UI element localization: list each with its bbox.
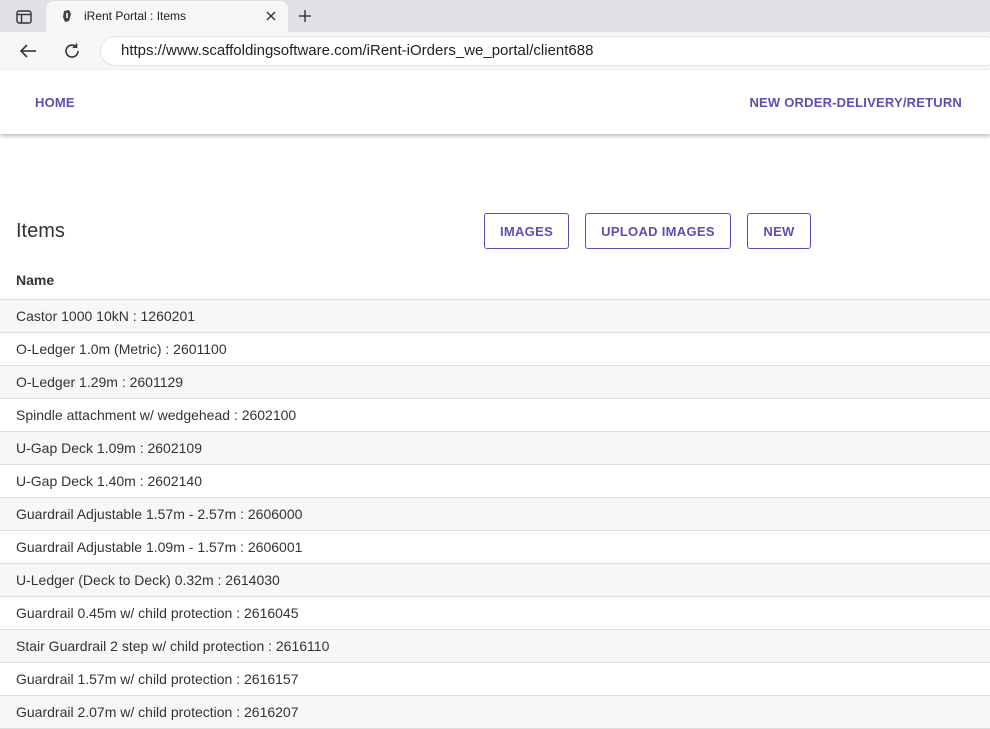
tab-title: iRent Portal : Items: [84, 9, 187, 23]
table-row[interactable]: Stair Guardrail 2 step w/ child protecti…: [0, 630, 990, 663]
new-item-button[interactable]: NEW: [747, 213, 811, 249]
table-row[interactable]: Guardrail Adjustable 1.09m - 1.57m : 260…: [0, 531, 990, 564]
browser-tab-bar: iRent Portal : Items: [0, 0, 990, 32]
column-header-name[interactable]: Name: [0, 262, 990, 300]
url-text: https://www.scaffoldingsoftware.com/iRen…: [121, 42, 594, 59]
browser-toolbar: https://www.scaffoldingsoftware.com/iRen…: [0, 32, 990, 70]
nav-new-order-link[interactable]: NEW ORDER-DELIVERY/RETURN: [749, 95, 962, 110]
table-row[interactable]: Guardrail 1.57m w/ child protection : 26…: [0, 663, 990, 696]
table-row[interactable]: U-Ledger (Deck to Deck) 0.32m : 2614030: [0, 564, 990, 597]
close-icon[interactable]: [264, 9, 278, 23]
table-row[interactable]: U-Gap Deck 1.40m : 2602140: [0, 465, 990, 498]
table-row[interactable]: Castor 1000 10kN : 1260201: [0, 300, 990, 333]
table-row[interactable]: Guardrail 2.07m w/ child protection : 26…: [0, 696, 990, 729]
table-row[interactable]: O-Ledger 1.29m : 2601129: [0, 366, 990, 399]
reload-icon[interactable]: [61, 40, 83, 62]
nav-home-link[interactable]: HOME: [35, 95, 75, 110]
address-bar-input[interactable]: https://www.scaffoldingsoftware.com/iRen…: [100, 36, 990, 66]
items-table: Name Castor 1000 10kN : 1260201 O-Ledger…: [0, 262, 990, 729]
plus-icon[interactable]: [294, 5, 316, 27]
upload-images-button[interactable]: UPLOAD IMAGES: [585, 213, 731, 249]
back-arrow-icon[interactable]: [17, 40, 39, 62]
table-row[interactable]: O-Ledger 1.0m (Metric) : 2601100: [0, 333, 990, 366]
favicon-icon: [60, 9, 74, 23]
page-title: Items: [16, 220, 65, 242]
table-row[interactable]: U-Gap Deck 1.09m : 2602109: [0, 432, 990, 465]
table-row[interactable]: Guardrail 0.45m w/ child protection : 26…: [0, 597, 990, 630]
table-row[interactable]: Guardrail Adjustable 1.57m - 2.57m : 260…: [0, 498, 990, 531]
app-header: HOME NEW ORDER-DELIVERY/RETURN: [0, 70, 990, 134]
table-row[interactable]: Spindle attachment w/ wedgehead : 260210…: [0, 399, 990, 432]
browser-tab-active[interactable]: iRent Portal : Items: [46, 1, 288, 32]
sidebar-toggle-icon[interactable]: [10, 7, 38, 27]
images-button[interactable]: IMAGES: [484, 213, 569, 249]
